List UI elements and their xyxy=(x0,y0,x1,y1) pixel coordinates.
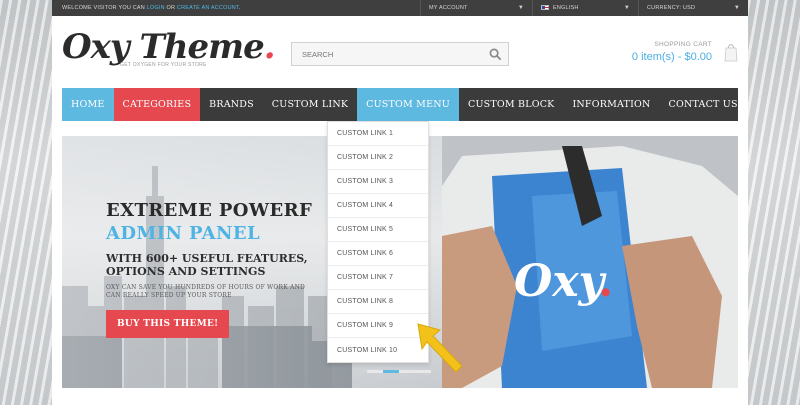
create-account-link[interactable]: CREATE AN ACCOUNT xyxy=(177,5,239,11)
logo[interactable]: Oxy Theme. GET OXYGEN FOR YOUR STORE xyxy=(62,27,276,68)
dropdown-item-custom-link-1[interactable]: CUSTOM LINK 1 xyxy=(328,122,428,146)
nav-custom-link[interactable]: CUSTOM LINK xyxy=(263,88,357,121)
hero-paragraph: OXY CAN SAVE YOU HUNDREDS OF HOURS OF WO… xyxy=(106,284,306,299)
welcome-or: OR xyxy=(166,5,176,11)
store-page: Oxy Theme. GET OXYGEN FOR YOUR STORE SHO… xyxy=(52,16,748,405)
flag-icon xyxy=(541,5,549,11)
chevron-down-icon: ▼ xyxy=(733,5,740,11)
chevron-down-icon: ▼ xyxy=(623,5,630,11)
dropdown-item-custom-link-2[interactable]: CUSTOM LINK 2 xyxy=(328,146,428,170)
nav-brands[interactable]: BRANDS xyxy=(200,88,263,121)
dropdown-item-custom-link-8[interactable]: CUSTOM LINK 8 xyxy=(328,290,428,314)
logo-name: Oxy Theme xyxy=(62,27,265,67)
hero-subtitle: WITH 600+ USEFUL FEATURES, OPTIONS AND S… xyxy=(106,252,308,278)
dropdown-item-custom-link-10[interactable]: CUSTOM LINK 10 xyxy=(328,338,428,362)
background-right xyxy=(748,0,800,405)
language-selected: ENGLISH xyxy=(541,5,579,11)
dropdown-item-custom-link-9[interactable]: CUSTOM LINK 9 xyxy=(328,314,428,338)
shopping-bag-icon[interactable] xyxy=(724,42,738,62)
cart-title: SHOPPING CART xyxy=(654,41,712,48)
shirt-logo-dot: . xyxy=(598,256,613,307)
logo-text: Oxy Theme. xyxy=(62,27,276,67)
dropdown-item-custom-link-7[interactable]: CUSTOM LINK 7 xyxy=(328,266,428,290)
shirt-logo-text: Oxy xyxy=(514,256,608,307)
buy-theme-button[interactable]: BUY THIS THEME! xyxy=(106,310,230,338)
search-box xyxy=(291,42,509,66)
nav-custom-block[interactable]: CUSTOM BLOCK xyxy=(459,88,564,121)
welcome-prefix: WELCOME VISITOR YOU CAN xyxy=(62,5,145,11)
search-input[interactable] xyxy=(292,49,482,59)
nav-information[interactable]: INFORMATION xyxy=(563,88,659,121)
background-left xyxy=(0,0,52,405)
welcome-text: WELCOME VISITOR YOU CAN LOGIN OR CREATE … xyxy=(52,5,420,11)
top-bar: WELCOME VISITOR YOU CAN LOGIN OR CREATE … xyxy=(52,0,748,16)
cart-summary[interactable]: 0 item(s) - $0.00 xyxy=(632,51,712,63)
main-navigation: HOME CATEGORIES BRANDS CUSTOM LINK CUSTO… xyxy=(62,88,738,121)
dropdown-item-custom-link-6[interactable]: CUSTOM LINK 6 xyxy=(328,242,428,266)
dropdown-item-custom-link-5[interactable]: CUSTOM LINK 5 xyxy=(328,218,428,242)
nav-custom-menu[interactable]: CUSTOM MENU xyxy=(357,88,459,121)
welcome-period: . xyxy=(238,5,241,11)
search-icon[interactable] xyxy=(489,48,502,61)
slider-dot[interactable] xyxy=(399,370,415,373)
hero-title-line1: EXTREME POWERF xyxy=(106,200,313,221)
language-label: ENGLISH xyxy=(553,5,579,11)
slider-dot-active[interactable] xyxy=(383,370,399,373)
dropdown-item-custom-link-4[interactable]: CUSTOM LINK 4 xyxy=(328,194,428,218)
language-dropdown[interactable]: ENGLISH ▼ xyxy=(532,0,638,16)
my-account-label: MY ACCOUNT xyxy=(429,5,468,11)
shopping-cart[interactable]: SHOPPING CART 0 item(s) - $0.00 xyxy=(632,41,712,63)
logo-dot: . xyxy=(263,27,276,67)
nav-home[interactable]: HOME xyxy=(62,88,114,121)
hero-text: EXTREME POWERF ADMIN PANEL WITH 600+ USE… xyxy=(106,200,326,338)
dropdown-item-custom-link-3[interactable]: CUSTOM LINK 3 xyxy=(328,170,428,194)
currency-dropdown[interactable]: CURRENCY: USD ▼ xyxy=(638,0,748,16)
chevron-down-icon: ▼ xyxy=(517,5,524,11)
nav-contact-us[interactable]: CONTACT US xyxy=(660,88,747,121)
pointer-arrow-icon xyxy=(417,323,463,373)
currency-label: CURRENCY: USD xyxy=(647,5,696,11)
my-account-dropdown[interactable]: MY ACCOUNT ▼ xyxy=(420,0,532,16)
hero-title-line2: ADMIN PANEL xyxy=(106,223,261,244)
login-link[interactable]: LOGIN xyxy=(147,5,165,11)
nav-categories[interactable]: CATEGORIES xyxy=(113,88,201,121)
slider-dot[interactable] xyxy=(367,370,383,373)
